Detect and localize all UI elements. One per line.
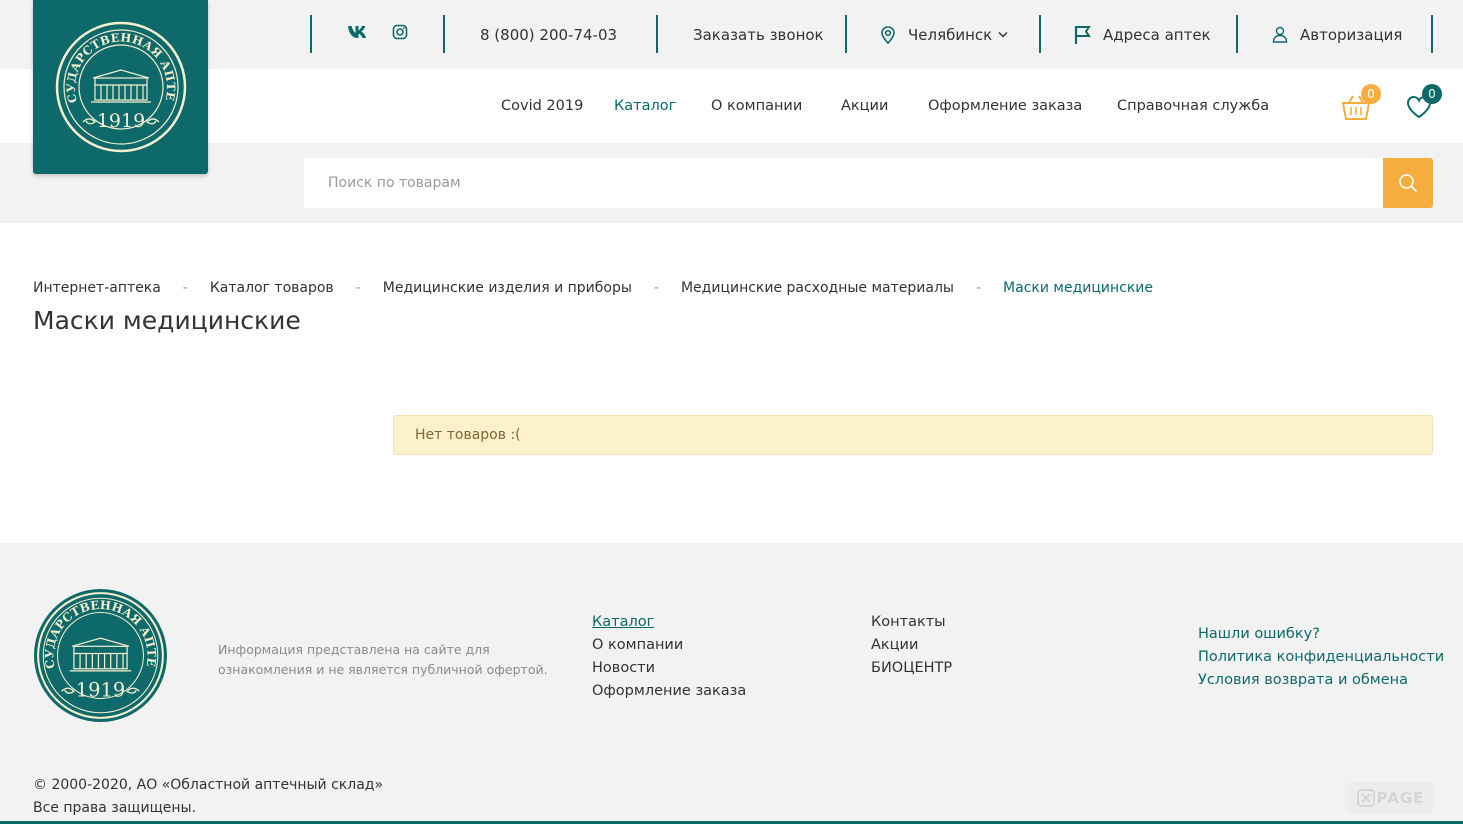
developer-badge[interactable]: PAGE [1348, 782, 1433, 814]
divider [310, 15, 312, 53]
top-bar: 8 (800) 200-74-03 Заказать звонок Челяби… [0, 0, 1463, 69]
user-icon [1272, 26, 1288, 43]
logo-emblem: ГОСУДАРСТВЕННАЯ АПТЕКА 1919 [28, 577, 167, 722]
vk-icon[interactable] [346, 22, 370, 42]
pharmacy-addresses-link[interactable]: Адреса аптек [1074, 0, 1211, 69]
footer: ГОСУДАРСТВЕННАЯ АПТЕКА 1919 Информация п… [0, 543, 1463, 824]
breadcrumb-item[interactable]: Медицинские расходные материалы [681, 280, 954, 296]
footer-menu-3: Нашли ошибку? Политика конфиденциальност… [1198, 623, 1444, 692]
login-label: Авторизация [1300, 25, 1403, 44]
breadcrumb-separator: - [975, 280, 982, 296]
site-logo[interactable]: ГОСУДАРСТВЕННАЯ АПТЕКА 1919 [33, 0, 208, 174]
city-selector[interactable]: Челябинск [880, 0, 1008, 69]
empty-results-notice: Нет товаров :( [393, 415, 1433, 455]
callback-link[interactable]: Заказать звонок [693, 0, 824, 69]
footer-link-catalog[interactable]: Каталог [592, 611, 746, 634]
breadcrumb-item[interactable]: Каталог товаров [210, 280, 334, 296]
location-pin-icon [880, 25, 896, 44]
main-nav: Covid 2019 Каталог О компании Акции Офор… [0, 69, 1463, 143]
footer-link-promotions[interactable]: Акции [871, 634, 952, 657]
footer-disclaimer: Информация представлена на сайте для озн… [218, 642, 548, 677]
footer-link-order[interactable]: Оформление заказа [592, 680, 746, 703]
copyright-line: Все права защищены. [33, 800, 197, 816]
breadcrumb-item[interactable]: Интернет-аптека [33, 280, 161, 296]
footer-link-contacts[interactable]: Контакты [871, 611, 952, 634]
search-icon [1398, 173, 1418, 193]
nav-catalog[interactable]: Каталог [614, 69, 676, 143]
search-button[interactable] [1383, 158, 1433, 208]
divider [1039, 15, 1041, 53]
divider [1236, 15, 1238, 53]
copyright-line: © 2000-2020, АО «Областной аптечный скла… [33, 777, 384, 793]
divider [1431, 15, 1433, 53]
close-box-icon [1356, 789, 1375, 807]
logo-emblem: ГОСУДАРСТВЕННАЯ АПТЕКА 1919 [55, 21, 186, 153]
breadcrumb: Интернет-аптека - Каталог товаров - Меди… [33, 279, 1153, 297]
divider [845, 15, 847, 53]
breadcrumb-current: Маски медицинские [1003, 280, 1154, 296]
copyright: © 2000-2020, АО «Областной аптечный скла… [33, 774, 383, 820]
footer-menu-2: Контакты Акции БИОЦЕНТР [871, 611, 952, 680]
city-label: Челябинск [908, 25, 993, 44]
footer-link-privacy-policy[interactable]: Политика конфиденциальности [1198, 646, 1444, 669]
footer-logo[interactable]: ГОСУДАРСТВЕННАЯ АПТЕКА 1919 [28, 577, 168, 723]
breadcrumb-separator: - [182, 280, 188, 296]
footer-link-returns[interactable]: Условия возврата и обмена [1198, 669, 1444, 692]
favorites-button[interactable]: 0 [1406, 84, 1442, 123]
chevron-down-icon [998, 31, 1008, 38]
divider [656, 15, 658, 53]
nav-order[interactable]: Оформление заказа [928, 69, 1082, 143]
logo-year: 1919 [96, 110, 144, 132]
footer-link-biocenter[interactable]: БИОЦЕНТР [871, 657, 952, 680]
flag-icon [1074, 25, 1091, 45]
nav-covid[interactable]: Covid 2019 [501, 69, 583, 143]
login-link[interactable]: Авторизация [1272, 0, 1402, 69]
breadcrumb-separator: - [355, 280, 361, 296]
favorites-count-badge: 0 [1422, 84, 1442, 104]
breadcrumb-separator: - [653, 280, 659, 296]
footer-menu-1: Каталог О компании Новости Оформление за… [592, 611, 746, 703]
logo-year: 1919 [76, 678, 125, 701]
phone-number[interactable]: 8 (800) 200-74-03 [480, 0, 617, 69]
search-bar [0, 143, 1463, 223]
search-input[interactable] [304, 158, 1384, 208]
developer-badge-label: PAGE [1376, 789, 1425, 807]
nav-about[interactable]: О компании [711, 69, 802, 143]
nav-promotions[interactable]: Акции [841, 69, 888, 143]
instagram-icon[interactable] [388, 22, 412, 42]
breadcrumb-item[interactable]: Медицинские изделия и приборы [383, 280, 632, 296]
footer-link-report-error[interactable]: Нашли ошибку? [1198, 623, 1444, 646]
page-title: Маски медицинские [33, 306, 301, 335]
cart-button[interactable]: 0 [1341, 84, 1381, 123]
addresses-label: Адреса аптек [1103, 25, 1211, 44]
cart-count-badge: 0 [1361, 84, 1381, 104]
footer-link-news[interactable]: Новости [592, 657, 746, 680]
footer-link-about[interactable]: О компании [592, 634, 746, 657]
divider [443, 15, 445, 53]
nav-help[interactable]: Справочная служба [1117, 69, 1269, 143]
